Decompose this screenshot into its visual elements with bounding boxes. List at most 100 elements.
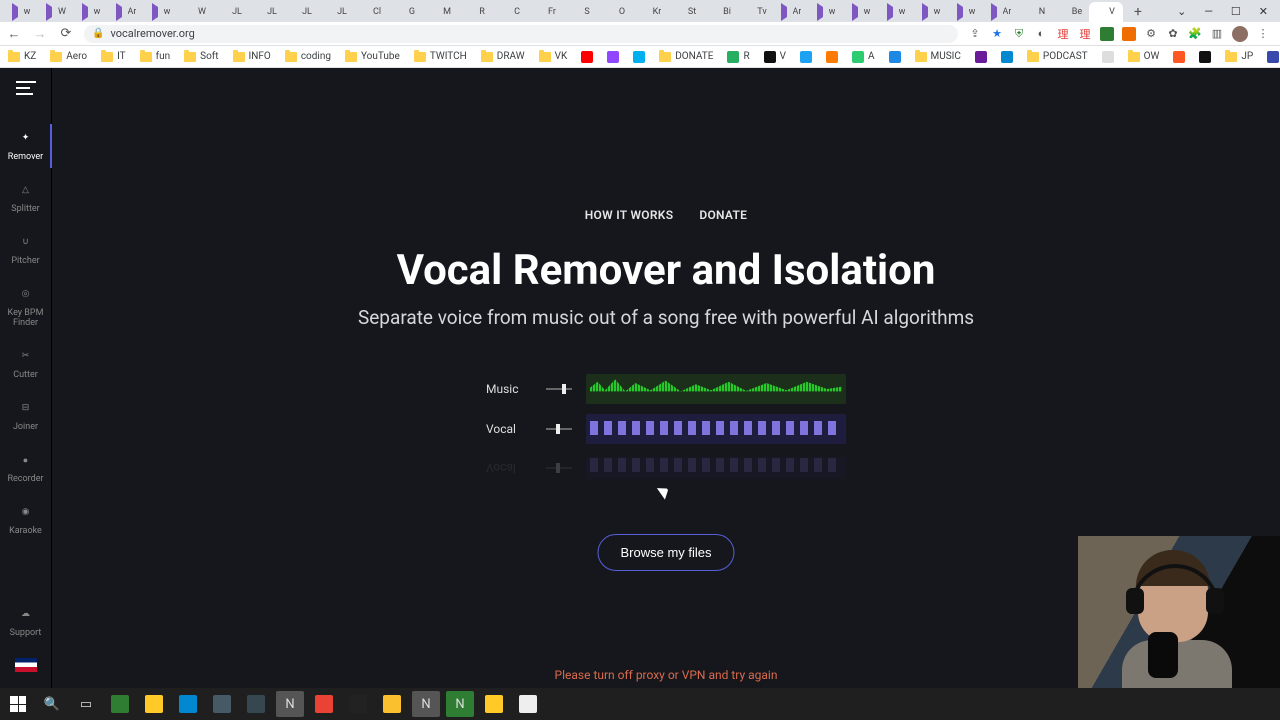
profile-avatar[interactable] — [1232, 26, 1248, 42]
bookmark-item[interactable] — [607, 51, 619, 63]
browser-tab[interactable]: JL — [319, 2, 353, 22]
new-tab-button[interactable]: + — [1128, 2, 1148, 22]
ext-share-icon[interactable]: ⇪ — [968, 27, 982, 41]
browser-tab[interactable]: St — [669, 2, 703, 22]
browser-tab[interactable]: W — [39, 2, 73, 22]
bookmark-item[interactable] — [826, 51, 838, 63]
bookmark-folder[interactable]: TWITCH — [414, 51, 467, 62]
bookmark-item[interactable] — [1267, 51, 1279, 63]
ext-icon[interactable]: ◐ — [1034, 27, 1048, 41]
taskbar-n1[interactable]: N — [412, 691, 440, 717]
nav-reload-icon[interactable]: ⟳ — [58, 26, 74, 42]
rail-item-joiner[interactable]: ⊟Joiner — [0, 390, 52, 442]
bookmark-folder[interactable]: Soft — [184, 51, 218, 62]
bookmark-item[interactable] — [889, 51, 901, 63]
bookmark-folder[interactable]: coding — [285, 51, 331, 62]
taskbar-app1[interactable] — [174, 691, 202, 717]
bookmark-item[interactable]: A — [852, 51, 875, 63]
ext-icon[interactable]: 理 — [1078, 27, 1092, 41]
browser-tab[interactable]: O — [599, 2, 633, 22]
bookmark-folder[interactable]: DONATE — [659, 51, 713, 62]
chrome-menu-icon[interactable]: ⋮ — [1256, 27, 1270, 41]
taskbar-start[interactable] — [4, 691, 32, 717]
bookmark-item[interactable] — [975, 51, 987, 63]
ext-puzzle-icon[interactable]: 🧩 — [1188, 27, 1202, 41]
ext-icon[interactable]: ⚙ — [1144, 27, 1158, 41]
browser-tab[interactable]: G — [389, 2, 423, 22]
browser-tab[interactable]: JL — [284, 2, 318, 22]
taskbar-search[interactable]: 🔍 — [38, 691, 66, 717]
omnibox[interactable]: 🔒 vocalremover.org — [84, 25, 958, 43]
browser-tab[interactable]: w — [4, 2, 38, 22]
taskbar-eq[interactable] — [378, 691, 406, 717]
browser-tab[interactable]: W — [179, 2, 213, 22]
window-close-icon[interactable]: ✕ — [1259, 5, 1268, 18]
taskbar-notion[interactable]: N — [276, 691, 304, 717]
music-volume-slider[interactable] — [546, 382, 572, 396]
browser-tab[interactable]: C — [494, 2, 528, 22]
browser-tab[interactable]: V — [1089, 2, 1123, 22]
window-maximize-icon[interactable]: ☐ — [1231, 5, 1241, 18]
taskbar-chrome[interactable] — [310, 691, 338, 717]
browser-tab[interactable]: Tv — [739, 2, 773, 22]
browser-tab[interactable]: N — [1019, 2, 1053, 22]
bookmark-folder[interactable]: VK — [539, 51, 568, 62]
bookmark-folder[interactable]: INFO — [233, 51, 271, 62]
browser-tab[interactable]: JL — [249, 2, 283, 22]
bookmark-folder[interactable]: OW — [1128, 51, 1160, 62]
window-minimize-icon[interactable]: — — [1204, 5, 1213, 18]
rail-item-karaoke[interactable]: ◉Karaoke — [0, 494, 52, 546]
bookmark-item[interactable] — [581, 51, 593, 63]
bookmark-folder[interactable]: Aero — [50, 51, 87, 62]
nav-back-icon[interactable]: ← — [6, 26, 22, 42]
browser-tab[interactable]: M — [424, 2, 458, 22]
rail-item-keybpm[interactable]: ◎Key BPM Finder — [0, 276, 52, 338]
ext-icon[interactable] — [1122, 27, 1136, 41]
taskbar-obs[interactable] — [344, 691, 372, 717]
browser-tab[interactable]: Ar — [774, 2, 808, 22]
taskbar-folder[interactable] — [480, 691, 508, 717]
bookmark-folder[interactable]: KZ — [8, 51, 36, 62]
bookmark-folder[interactable]: fun — [140, 51, 171, 62]
taskbar-store[interactable] — [106, 691, 134, 717]
taskbar-files[interactable] — [140, 691, 168, 717]
browse-files-button[interactable]: Browse my files — [597, 534, 734, 571]
taskbar-app3[interactable] — [242, 691, 270, 717]
bookmark-item[interactable] — [1173, 51, 1185, 63]
bookmark-folder[interactable]: DRAW — [481, 51, 525, 62]
ext-icon[interactable]: 理 — [1056, 27, 1070, 41]
bookmark-item[interactable] — [1001, 51, 1013, 63]
rail-item-recorder[interactable]: ●Recorder — [0, 442, 52, 494]
menu-toggle-icon[interactable] — [12, 74, 40, 102]
bookmark-folder[interactable]: PODCAST — [1027, 51, 1088, 62]
browser-tab[interactable]: w — [844, 2, 878, 22]
bookmark-folder[interactable]: IT — [101, 51, 126, 62]
language-flag-icon[interactable] — [15, 658, 37, 672]
browser-tab[interactable]: Bi — [704, 2, 738, 22]
ext-star-icon[interactable]: ★ — [990, 27, 1004, 41]
browser-tab[interactable]: Cl — [354, 2, 388, 22]
ext-icon[interactable] — [1100, 27, 1114, 41]
browser-tab[interactable]: w — [144, 2, 178, 22]
browser-tab[interactable]: Be — [1054, 2, 1088, 22]
ext-icon[interactable]: ▥ — [1210, 27, 1224, 41]
bookmark-item[interactable]: V — [764, 51, 786, 63]
window-caret-icon[interactable]: ⌄ — [1177, 5, 1186, 18]
rail-support[interactable]: ☁ Support — [0, 596, 52, 648]
ext-shield-icon[interactable]: ⛨ — [1012, 27, 1026, 41]
bookmark-item[interactable] — [633, 51, 645, 63]
bookmark-item[interactable] — [1199, 51, 1211, 63]
browser-tab[interactable]: w — [809, 2, 843, 22]
rail-item-cutter[interactable]: ✂Cutter — [0, 338, 52, 390]
rail-item-pitcher[interactable]: ∪Pitcher — [0, 224, 52, 276]
browser-tab[interactable]: w — [879, 2, 913, 22]
taskbar-n2[interactable]: N — [446, 691, 474, 717]
taskbar-taskview[interactable]: ▭ — [72, 691, 100, 717]
browser-tab[interactable]: Fr — [529, 2, 563, 22]
rail-item-remover[interactable]: ✦Remover — [0, 120, 52, 172]
link-how-it-works[interactable]: HOW IT WORKS — [585, 208, 674, 222]
bookmark-folder[interactable]: YouTube — [345, 51, 400, 62]
rail-item-splitter[interactable]: △Splitter — [0, 172, 52, 224]
browser-tab[interactable]: R — [459, 2, 493, 22]
taskbar-app2[interactable] — [208, 691, 236, 717]
